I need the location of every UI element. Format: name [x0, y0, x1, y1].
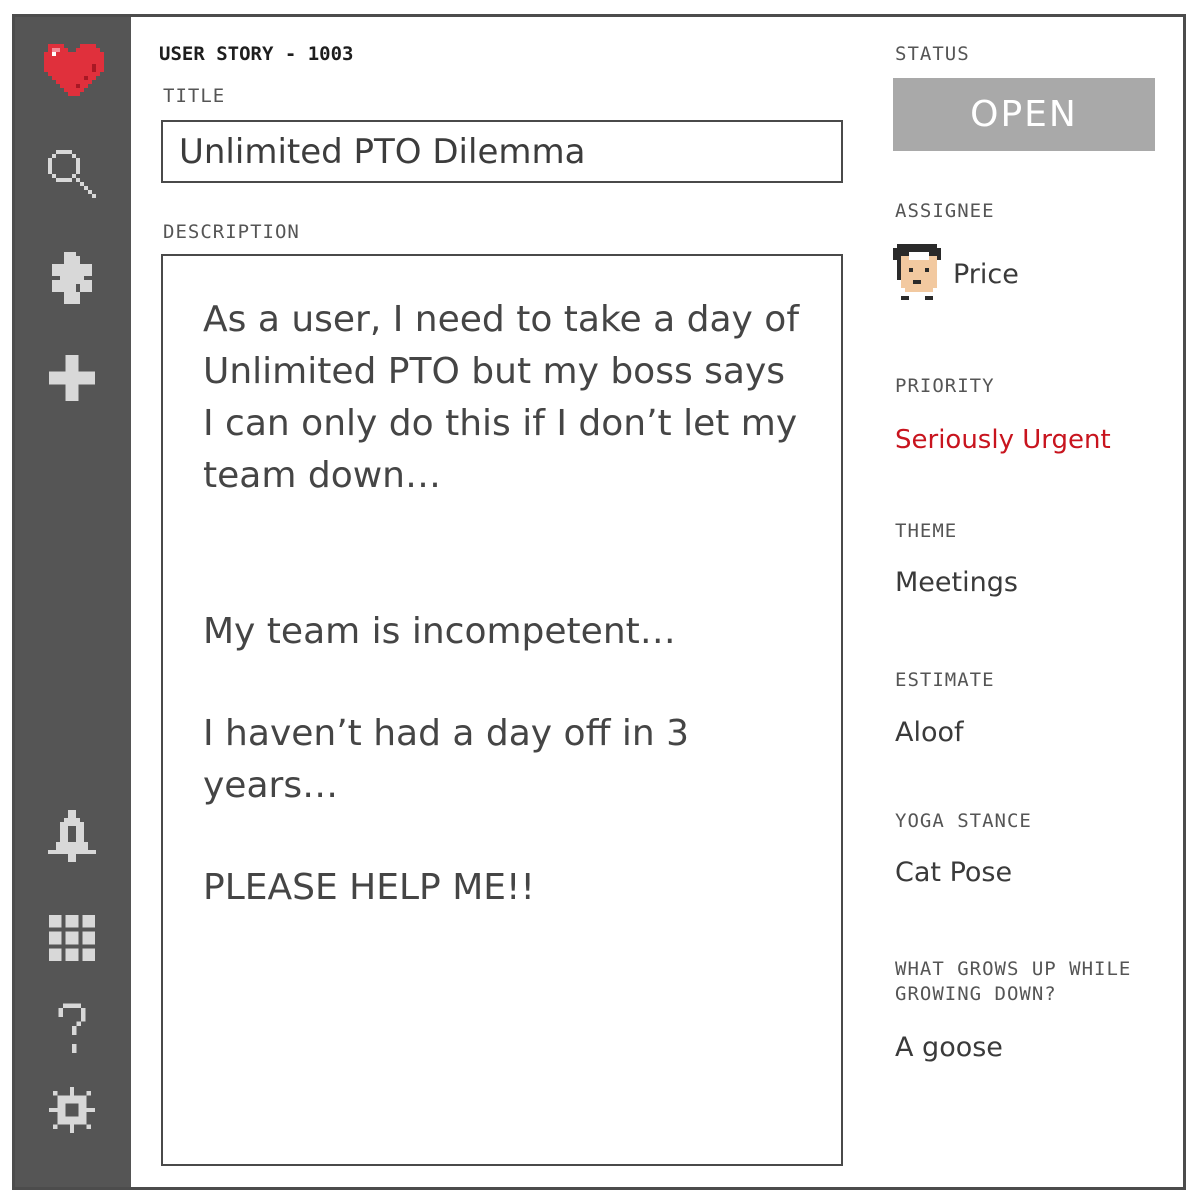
search-icon[interactable] [43, 145, 101, 203]
priority-value[interactable]: Seriously Urgent [895, 425, 1111, 455]
riddle-answer[interactable]: A goose [895, 1032, 1003, 1063]
description-paragraph-3: I haven’t had a day off in 3 years… [203, 713, 689, 806]
description-paragraph-2: My team is incompetent… [203, 611, 676, 652]
riddle-label-line2: GROWING DOWN? [895, 983, 1057, 1005]
story-id: USER STORY - 1003 [159, 43, 354, 65]
yoga-stance-label: YOGA STANCE [895, 810, 1032, 832]
gear-icon[interactable] [43, 1081, 101, 1139]
estimate-label: ESTIMATE [895, 669, 995, 691]
title-field[interactable]: Unlimited PTO Dilemma [161, 120, 843, 183]
sidebar [15, 17, 131, 1187]
status-label: STATUS [895, 43, 970, 65]
story-panel: USER STORY - 1003 TITLE Unlimited PTO Di… [131, 17, 1183, 1187]
assignee-label: ASSIGNEE [895, 200, 995, 222]
title-value: Unlimited PTO Dilemma [179, 132, 586, 172]
assignee-name[interactable]: Price [953, 259, 1019, 290]
description-paragraph-4: PLEASE HELP ME!! [203, 867, 535, 908]
plus-icon[interactable] [43, 349, 101, 407]
yoga-stance-value[interactable]: Cat Pose [895, 857, 1012, 888]
theme-label: THEME [895, 520, 958, 542]
app-window: USER STORY - 1003 TITLE Unlimited PTO Di… [12, 14, 1186, 1190]
priority-label: PRIORITY [895, 375, 995, 397]
description-paragraph-1: As a user, I need to take a day of Unlim… [203, 299, 799, 496]
avatar [893, 243, 941, 309]
description-label: DESCRIPTION [163, 221, 300, 243]
theme-value[interactable]: Meetings [895, 567, 1018, 598]
bell-icon[interactable] [43, 809, 101, 867]
heart-logo-icon[interactable] [39, 37, 105, 103]
description-field[interactable]: As a user, I need to take a day of Unlim… [161, 254, 843, 1166]
puzzle-icon[interactable] [43, 249, 101, 307]
help-icon[interactable] [43, 999, 101, 1057]
riddle-label-line1: WHAT GROWS UP WHILE [895, 958, 1132, 980]
grid-icon[interactable] [43, 909, 101, 967]
estimate-value[interactable]: Aloof [895, 717, 964, 748]
status-button[interactable]: OPEN [893, 78, 1155, 151]
title-label: TITLE [163, 85, 226, 107]
